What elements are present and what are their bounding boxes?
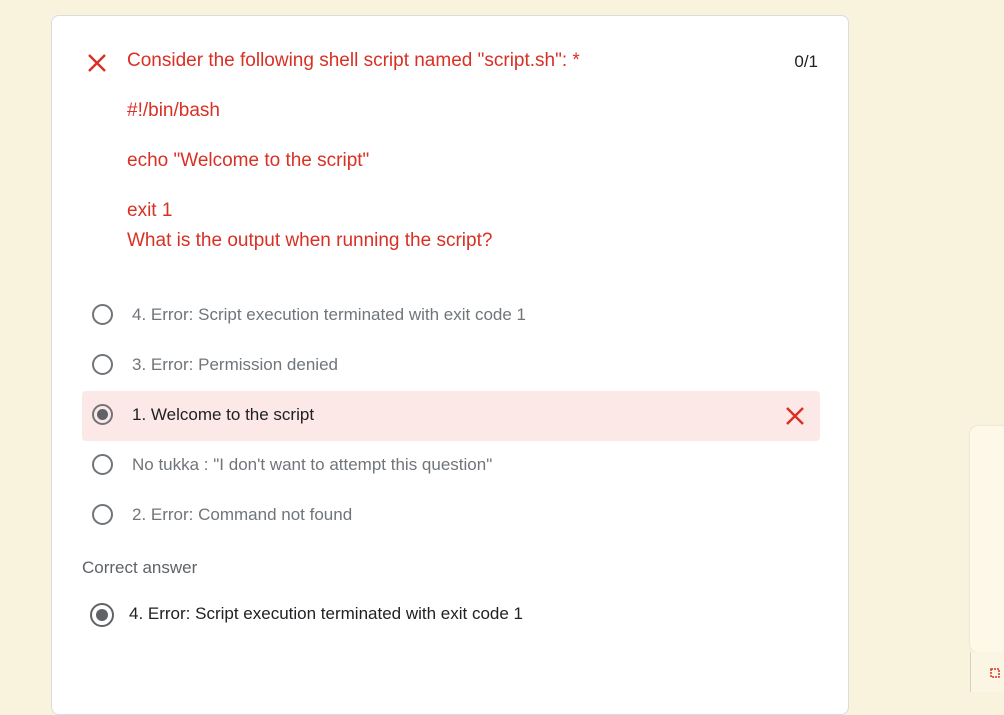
question-prompt: What is the output when running the scri… [127,230,493,251]
correct-answer-radio [90,603,114,627]
option-command-not-found[interactable]: 2. Error: Command not found [82,491,820,541]
report-icon[interactable] [990,668,1000,678]
option-label: 4. Error: Script execution terminated wi… [132,305,527,324]
code-line-echo: echo "Welcome to the script" [127,150,370,171]
radio-button[interactable] [92,504,113,525]
option-permission-denied[interactable]: 3. Error: Permission denied [82,341,820,391]
option-label: 1. Welcome to the script [132,405,315,424]
radio-button-checked[interactable] [92,404,113,425]
option-no-attempt[interactable]: No tukka : "I don't want to attempt this… [82,441,820,491]
question-title: Consider the following shell script name… [127,50,580,71]
option-exit-code[interactable]: 4. Error: Script execution terminated wi… [82,291,820,341]
code-line-exit: exit 1 [127,200,173,221]
radio-button[interactable] [92,454,113,475]
radio-button[interactable] [92,304,113,325]
option-label: No tukka : "I don't want to attempt this… [132,455,493,474]
side-panel [970,426,1004,652]
option-welcome-selected[interactable]: 1. Welcome to the script [82,391,820,441]
question-score: 0/1 [794,52,818,71]
option-label: 2. Error: Command not found [132,505,353,524]
incorrect-icon [786,407,804,425]
option-label: 3. Error: Permission denied [132,355,338,374]
close-icon [88,54,106,72]
code-line-shebang: #!/bin/bash [127,100,220,121]
radio-button[interactable] [92,354,113,375]
correct-answer-label: 4. Error: Script execution terminated wi… [129,604,524,623]
correct-answer-heading: Correct answer [82,558,198,577]
question-card: Consider the following shell script name… [51,15,849,715]
